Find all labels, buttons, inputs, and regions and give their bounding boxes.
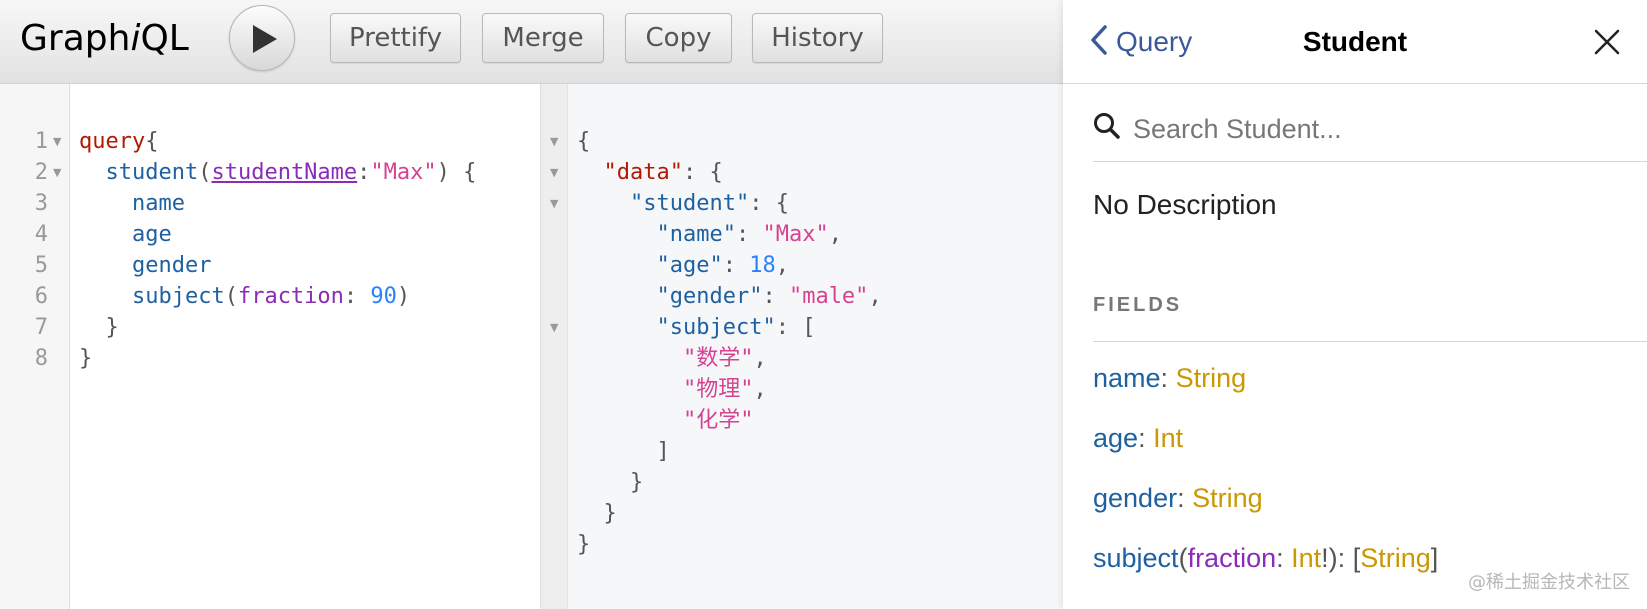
play-icon: [253, 25, 277, 53]
fold-arrow-icon[interactable]: ▼: [550, 188, 558, 219]
type-link[interactable]: Int: [1153, 423, 1183, 453]
search-icon: [1094, 113, 1120, 139]
doc-search: [1093, 100, 1647, 162]
divider: [1093, 341, 1647, 342]
result-viewer: { "data": { "student": { "name": "Max", …: [577, 129, 882, 557]
field-subject: subject(fraction: Int!): [String]: [1093, 543, 1439, 573]
line-number: 8: [34, 346, 48, 371]
type-link[interactable]: Int: [1291, 543, 1321, 573]
field-gender: gender: String: [1093, 483, 1263, 513]
doc-title: Student: [1302, 26, 1408, 57]
doc-explorer: Query Student No Description FIELDS name…: [1063, 0, 1647, 609]
line-number: 6: [34, 284, 48, 309]
close-icon[interactable]: [1594, 29, 1620, 55]
query-editor[interactable]: query{ student(studentName:"Max") { name…: [79, 126, 476, 374]
type-link[interactable]: String: [1360, 543, 1431, 573]
merge-button[interactable]: Merge: [482, 13, 604, 63]
fold-arrow-icon[interactable]: ▼: [53, 157, 61, 188]
search-input[interactable]: [1131, 108, 1635, 150]
type-link[interactable]: String: [1192, 483, 1263, 513]
fields-heading: FIELDS: [1093, 294, 1183, 316]
line-number: 3: [34, 191, 48, 216]
line-number: 7: [34, 315, 48, 340]
fold-arrow-icon[interactable]: ▼: [550, 157, 558, 188]
history-button[interactable]: History: [752, 13, 883, 63]
field-link[interactable]: subject: [1093, 543, 1179, 573]
arg-name: fraction: [1187, 543, 1277, 573]
watermark: @稀土掘金技术社区: [1468, 572, 1630, 593]
line-number: 4: [34, 222, 48, 247]
field-age: age: Int: [1093, 423, 1184, 453]
field-name: name: String: [1093, 363, 1247, 393]
toolbar: GraphiQL Prettify Merge Copy History: [0, 0, 1063, 84]
doc-explorer-header: Query Student: [1063, 0, 1647, 84]
fold-arrow-icon[interactable]: ▼: [550, 126, 558, 157]
execute-query-button[interactable]: [229, 5, 295, 71]
type-link[interactable]: String: [1176, 363, 1247, 393]
graphiql-logo: GraphiQL: [20, 18, 189, 59]
field-link[interactable]: name: [1093, 363, 1161, 393]
fold-arrow-icon[interactable]: ▼: [550, 312, 558, 343]
line-number: 5: [34, 253, 48, 278]
line-number: 2: [34, 160, 48, 185]
field-link[interactable]: age: [1093, 423, 1138, 453]
type-description: No Description: [1093, 189, 1277, 220]
field-link[interactable]: gender: [1093, 483, 1177, 513]
fold-arrow-icon[interactable]: ▼: [53, 126, 61, 157]
prettify-button[interactable]: Prettify: [330, 13, 461, 63]
copy-button[interactable]: Copy: [625, 13, 732, 63]
line-number: 1: [34, 129, 48, 154]
